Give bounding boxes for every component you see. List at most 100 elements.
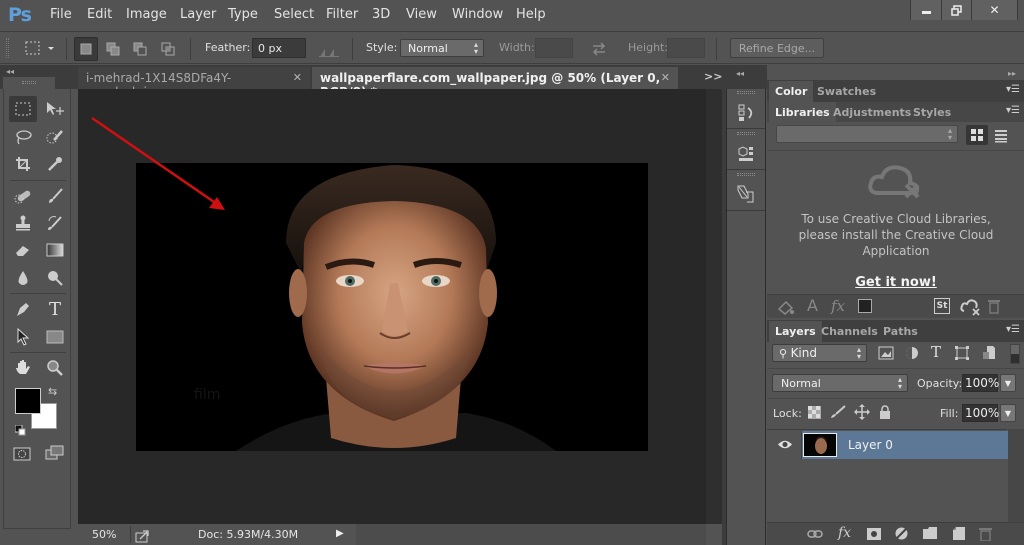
- add-color-icon[interactable]: [858, 299, 872, 313]
- menu-edit[interactable]: Edit: [87, 7, 112, 22]
- layer-visibility-toggle[interactable]: [768, 431, 802, 459]
- add-layer-mask-icon[interactable]: [867, 528, 881, 540]
- options-bar-grip[interactable]: [6, 38, 9, 58]
- add-to-selection-button[interactable]: [101, 37, 125, 61]
- list-view-button[interactable]: [994, 128, 1008, 147]
- refine-edge-button[interactable]: Refine Edge...: [730, 38, 824, 58]
- fill-dropdown-button[interactable]: ▼: [1000, 404, 1016, 422]
- menu-image[interactable]: Image: [126, 7, 167, 22]
- close-window-button[interactable]: ✕: [971, 0, 1017, 20]
- layer-filter-kind-select[interactable]: ⚲ Kind ▴ ▾: [772, 344, 867, 362]
- tool-rectangle[interactable]: [41, 324, 69, 350]
- history-panel-button[interactable]: [727, 89, 765, 129]
- panel-menu-icon[interactable]: ▾☰: [1006, 105, 1020, 116]
- tab-libraries[interactable]: Libraries: [769, 102, 836, 122]
- menu-filter[interactable]: Filter: [326, 7, 358, 22]
- style-select[interactable]: Normal ▴ ▾: [400, 39, 484, 57]
- link-layers-icon[interactable]: [807, 529, 823, 539]
- menu-help[interactable]: Help: [516, 7, 546, 22]
- menu-3d[interactable]: 3D: [372, 7, 390, 22]
- tab-swatches[interactable]: Swatches: [811, 81, 882, 102]
- tool-lasso[interactable]: [9, 124, 37, 150]
- default-colors-button[interactable]: [14, 421, 26, 440]
- anti-alias-toggle[interactable]: [318, 43, 340, 62]
- menu-select[interactable]: Select: [274, 7, 314, 22]
- tab-document-unsplash[interactable]: i-mehrad-1X14S8DFa4Y-unsplash.jpg ✕: [78, 67, 310, 99]
- feather-input[interactable]: 0 px: [252, 38, 306, 58]
- menu-window[interactable]: Window: [452, 7, 503, 22]
- tab-document-wallpaper[interactable]: wallpaperflare.com_wallpaper.jpg @ 50% (…: [312, 67, 678, 99]
- layer-style-icon[interactable]: fx: [831, 297, 845, 315]
- add-layer-style-icon[interactable]: fx: [838, 525, 851, 541]
- fill-input[interactable]: 100%: [962, 404, 999, 422]
- new-adjustment-layer-icon[interactable]: [895, 527, 908, 540]
- tool-brush[interactable]: [41, 183, 69, 209]
- paint-bucket-icon[interactable]: [777, 299, 795, 315]
- grid-view-button[interactable]: [966, 125, 988, 145]
- foreground-color-swatch[interactable]: [15, 388, 41, 414]
- tool-clone-stamp[interactable]: [9, 210, 37, 236]
- layer-thumbnail[interactable]: [803, 433, 837, 457]
- filter-adjustment-icon[interactable]: [905, 346, 919, 360]
- library-select[interactable]: ▴ ▾: [776, 125, 958, 143]
- layers-scrollbar[interactable]: [1008, 429, 1024, 522]
- get-it-now-link[interactable]: Get it now!: [780, 275, 1012, 290]
- tab-adjustments[interactable]: Adjustments: [827, 102, 917, 122]
- new-group-folder-icon[interactable]: [923, 527, 937, 539]
- tool-eyedropper[interactable]: [41, 151, 69, 177]
- zoom-level[interactable]: 50%: [92, 528, 116, 541]
- tool-move[interactable]: [41, 96, 69, 122]
- filter-shape-icon[interactable]: [955, 346, 969, 360]
- width-input[interactable]: [535, 38, 573, 58]
- menu-file[interactable]: File: [50, 7, 72, 22]
- tool-path-selection[interactable]: [9, 324, 37, 350]
- new-layer-icon[interactable]: [953, 527, 965, 540]
- tab-paths[interactable]: Paths: [877, 321, 924, 342]
- panel-menu-icon[interactable]: ▾☰: [1006, 84, 1020, 95]
- tool-type[interactable]: T: [41, 296, 69, 322]
- share-button[interactable]: [135, 528, 149, 545]
- vertical-scrollbar[interactable]: [706, 89, 722, 524]
- tool-crop[interactable]: [9, 151, 37, 177]
- filter-smart-object-icon[interactable]: [982, 345, 996, 360]
- tool-dodge[interactable]: [41, 265, 69, 291]
- filter-toggle-switch[interactable]: [1010, 344, 1020, 364]
- tool-spot-healing-brush[interactable]: [9, 183, 37, 209]
- tab-channels[interactable]: Channels: [815, 321, 884, 342]
- opacity-dropdown-button[interactable]: ▼: [1000, 374, 1016, 392]
- tool-zoom[interactable]: [41, 355, 69, 381]
- character-style-icon[interactable]: A: [807, 296, 818, 315]
- new-selection-button[interactable]: [74, 37, 98, 61]
- delete-layer-icon[interactable]: [979, 527, 992, 541]
- tab-layers[interactable]: Layers: [769, 321, 822, 342]
- lock-all-icon[interactable]: [879, 405, 891, 419]
- properties-panel-button[interactable]: [727, 130, 765, 170]
- subtract-from-selection-button[interactable]: [128, 37, 152, 61]
- tab-overflow-button[interactable]: >>: [704, 70, 722, 83]
- tool-pen[interactable]: [9, 296, 37, 322]
- toolbox-grip[interactable]: [3, 77, 55, 89]
- menu-type[interactable]: Type: [228, 7, 258, 22]
- status-menu-arrow-icon[interactable]: ▶: [336, 528, 344, 539]
- paths-panel-button[interactable]: [727, 171, 765, 211]
- expand-panels-icon[interactable]: ▸▸: [1008, 69, 1016, 78]
- opacity-input[interactable]: 100%: [962, 374, 999, 392]
- tool-preset-picker[interactable]: [24, 40, 56, 60]
- menu-view[interactable]: View: [406, 7, 437, 22]
- lock-transparent-pixels-icon[interactable]: [808, 406, 821, 419]
- tool-blur[interactable]: [9, 265, 37, 291]
- filter-type-icon[interactable]: T: [931, 343, 941, 361]
- collapse-toolbox-icon[interactable]: ◂◂: [6, 67, 14, 76]
- quick-mask-button[interactable]: [13, 446, 31, 465]
- tool-rectangular-marquee[interactable]: [9, 96, 37, 122]
- swap-dimensions-button[interactable]: [590, 41, 608, 60]
- tool-history-brush[interactable]: [41, 210, 69, 236]
- restore-button[interactable]: [941, 0, 971, 20]
- height-input[interactable]: [667, 38, 705, 58]
- tab-styles[interactable]: Styles: [907, 102, 957, 122]
- menu-layer[interactable]: Layer: [180, 7, 216, 22]
- horizontal-scrollbar[interactable]: [356, 524, 706, 545]
- tab-color[interactable]: Color: [769, 81, 814, 102]
- intersect-selection-button[interactable]: [156, 37, 180, 61]
- close-tab-icon[interactable]: ✕: [661, 71, 670, 84]
